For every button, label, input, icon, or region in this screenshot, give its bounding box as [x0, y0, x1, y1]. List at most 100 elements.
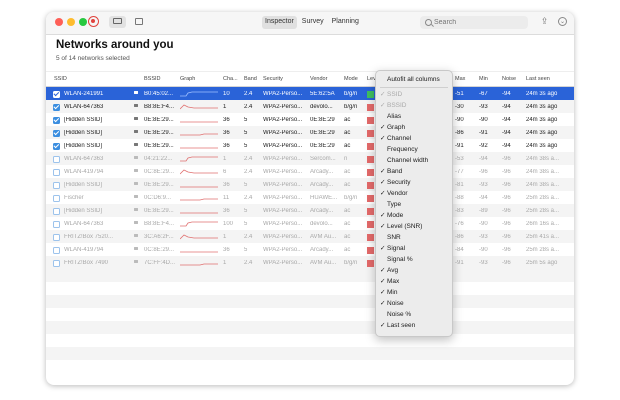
share-icon[interactable]: ⇪	[540, 16, 549, 27]
menu-item-min[interactable]: Min	[387, 288, 397, 297]
menu-item-band[interactable]: Band	[387, 167, 402, 176]
menu-item-level-snr[interactable]: Level (SNR)	[387, 222, 422, 231]
cell-mode: ac	[344, 234, 366, 240]
column-header-last-seen[interactable]: Last seen	[526, 76, 550, 82]
cell-noise: 24m 3s ago	[526, 104, 572, 110]
row-checkbox[interactable]	[53, 117, 60, 124]
row-checkbox[interactable]	[53, 104, 60, 111]
empty-row	[46, 334, 574, 347]
menu-item-signal[interactable]: Signal	[387, 244, 405, 253]
menu-item-vendor[interactable]: Vendor	[387, 189, 408, 198]
cell-mode: b/g/n	[344, 195, 366, 201]
menu-item-graph[interactable]: Graph	[387, 123, 405, 132]
column-header-channel[interactable]: Cha...	[223, 76, 238, 82]
cell-mode: ac	[344, 247, 366, 253]
row-checkbox[interactable]	[53, 234, 60, 241]
row-checkbox[interactable]	[53, 91, 60, 98]
column-header-noise[interactable]: Noise	[502, 76, 516, 82]
row-checkbox[interactable]	[53, 247, 60, 254]
cell-channel: 36	[223, 247, 241, 253]
row-checkbox[interactable]	[53, 130, 60, 137]
column-header-graph[interactable]: Graph	[180, 76, 195, 82]
table-row[interactable]: FRITZ!Box 7520...3C:A6:2F...12.4WPA2-Per…	[46, 230, 574, 243]
row-checkbox[interactable]	[53, 195, 60, 202]
row-checkbox[interactable]	[53, 143, 60, 150]
cell-security: WPA2-Perso...	[263, 117, 308, 123]
table-row[interactable]: [Hidden SSID]0E:8E:29...365WPA2-Perso...…	[46, 204, 574, 217]
zoom-window-button[interactable]	[79, 18, 87, 26]
menu-item-noise[interactable]: Noise %	[387, 310, 411, 319]
menu-item-security[interactable]: Security	[387, 178, 410, 187]
menu-item-channel-width[interactable]: Channel width	[387, 156, 428, 165]
cell-level: -51	[455, 91, 477, 97]
row-checkbox[interactable]	[53, 208, 60, 215]
column-header-security[interactable]: Security	[263, 76, 283, 82]
menu-item-signal[interactable]: Signal %	[387, 255, 413, 264]
menu-item-channel[interactable]: Channel	[387, 134, 411, 143]
cell-level: -76	[455, 221, 477, 227]
window-layout-icon[interactable]	[133, 16, 145, 28]
row-checkbox[interactable]	[53, 169, 60, 176]
table-row[interactable]: WLAN-4197940C:8E:29...365WPA2-Perso...Ar…	[46, 243, 574, 256]
column-header-band[interactable]: Band	[244, 76, 257, 82]
search-input[interactable]	[434, 17, 524, 28]
minimize-window-button[interactable]	[67, 18, 75, 26]
cell-band: 5	[244, 182, 260, 188]
table-row[interactable]: [Hidden SSID]0E:8E:29...365WPA2-Perso...…	[46, 139, 574, 152]
menu-item-noise[interactable]: Noise	[387, 299, 404, 308]
close-window-button[interactable]	[55, 18, 63, 26]
table-row[interactable]: WLAN-647363B8:8E:F4...12.4WPA2-Perso...d…	[46, 100, 574, 113]
row-checkbox[interactable]	[53, 182, 60, 189]
cell-level: -86	[455, 130, 477, 136]
menu-item-mode[interactable]: Mode	[387, 211, 403, 220]
table-row[interactable]: [Hidden SSID]0E:8E:29...365WPA2-Perso...…	[46, 178, 574, 191]
menu-item-type[interactable]: Type	[387, 200, 401, 209]
search-field[interactable]	[420, 16, 528, 29]
sidebar-toggle-icon[interactable]	[109, 16, 126, 28]
cell-security: WPA2-Perso...	[263, 91, 308, 97]
menu-item-last-seen[interactable]: Last seen	[387, 321, 415, 330]
column-header-mode[interactable]: Mode	[344, 76, 358, 82]
table-row[interactable]: WLAN-64736304:21:22...12.4WPA2-Perso...S…	[46, 152, 574, 165]
menu-item-alias[interactable]: Alias	[387, 112, 401, 121]
record-icon[interactable]	[88, 16, 99, 27]
column-header-bssid[interactable]: BSSID	[144, 76, 161, 82]
cell-vendor: devolo...	[310, 104, 343, 110]
more-options-icon[interactable]: ⌄	[558, 17, 567, 26]
cell-min: -96	[502, 234, 524, 240]
signal-graph	[180, 259, 218, 266]
signal-level-bar	[367, 156, 374, 163]
lock-icon	[134, 247, 138, 250]
table-row[interactable]: WLAN-647363B8:8E:F4...1005WPA2-Perso...d…	[46, 217, 574, 230]
table-row[interactable]: WLAN-241991B0:45:02...102.4WPA2-Perso...…	[46, 87, 574, 100]
row-checkbox[interactable]	[53, 221, 60, 228]
table-row[interactable]: [Hidden SSID]0E:8E:29...365WPA2-Perso...…	[46, 126, 574, 139]
cell-band: 5	[244, 247, 260, 253]
autofit-all-columns-item[interactable]: Autofit all columns	[387, 75, 440, 84]
column-header-ssid[interactable]: SSID	[54, 76, 67, 82]
cell-security: WPA2-Perso...	[263, 182, 308, 188]
cell-noise: 24m 38s a...	[526, 156, 572, 162]
tab-inspector[interactable]: Inspector	[262, 16, 297, 29]
column-header-min[interactable]: Min	[479, 76, 488, 82]
tab-planning[interactable]: Planning	[329, 16, 362, 29]
table-row[interactable]: [Hidden SSID]0E:8E:29...365WPA2-Perso...…	[46, 113, 574, 126]
table-row[interactable]: FRITZ!Box 74907C:FF:4D...12.4WPA2-Perso.…	[46, 256, 574, 269]
cell-mode: b/g/n	[344, 91, 366, 97]
cell-noise: 24m 38s a...	[526, 182, 572, 188]
menu-item-max[interactable]: Max	[387, 277, 399, 286]
menu-item-frequency[interactable]: Frequency	[387, 145, 418, 154]
column-header-vendor[interactable]: Vendor	[310, 76, 327, 82]
tab-survey[interactable]: Survey	[299, 16, 327, 29]
table-row[interactable]: Fischer0C:D6:9...112.4WPA2-Perso...HUAWE…	[46, 191, 574, 204]
menu-item-avg[interactable]: Avg	[387, 266, 398, 275]
cell-bssid: B8:8E:F4...	[144, 221, 178, 227]
cell-ssid: WLAN-241991	[64, 91, 128, 97]
table-row[interactable]: WLAN-4197940C:8E:29...62.4WPA2-Perso...A…	[46, 165, 574, 178]
column-header-max[interactable]: Max	[455, 76, 465, 82]
menu-item-snr[interactable]: SNR	[387, 233, 401, 242]
row-checkbox[interactable]	[53, 156, 60, 163]
cell-mode: ac	[344, 182, 366, 188]
cell-bssid: 0E:8E:29...	[144, 143, 178, 149]
row-checkbox[interactable]	[53, 260, 60, 267]
